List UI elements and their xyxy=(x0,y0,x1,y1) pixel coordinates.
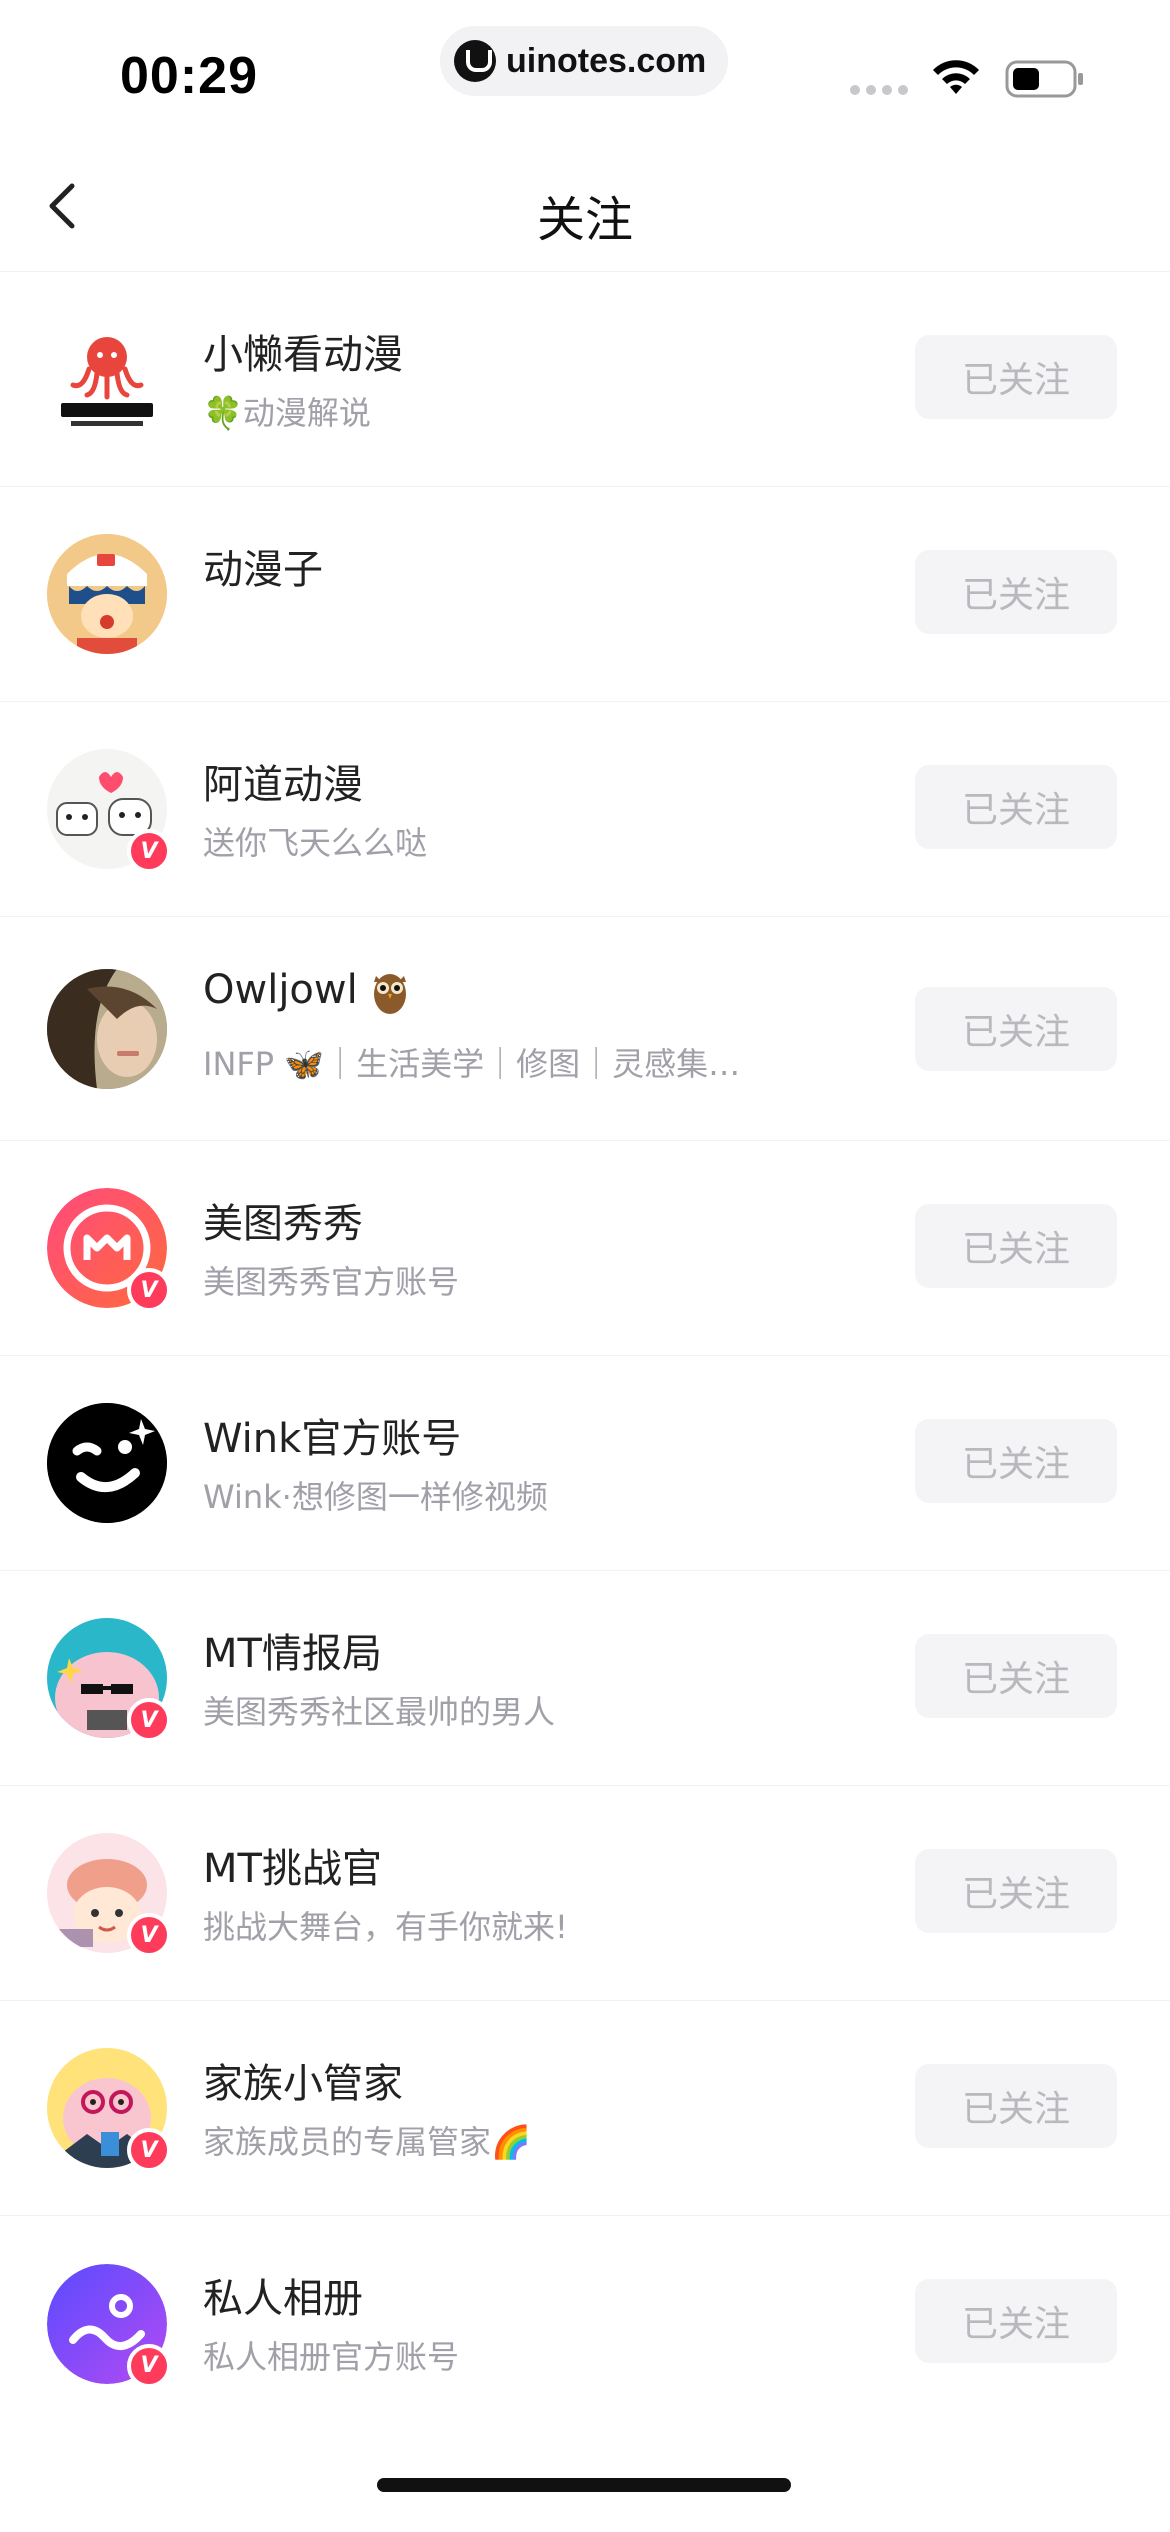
followed-button[interactable]: 已关注 xyxy=(915,987,1117,1071)
followed-button[interactable]: 已关注 xyxy=(915,550,1117,634)
avatar[interactable]: V xyxy=(47,2048,171,2172)
octopus-icon xyxy=(61,337,153,426)
followed-button[interactable]: 已关注 xyxy=(915,1849,1117,1933)
avatar[interactable] xyxy=(47,319,167,439)
followed-button[interactable]: 已关注 xyxy=(915,1419,1117,1503)
followed-button[interactable]: 已关注 xyxy=(915,2279,1117,2363)
battery-icon xyxy=(1005,60,1083,98)
account-description: 挑战大舞台，有手你就来! xyxy=(203,1908,568,1946)
page-title: 关注 xyxy=(536,192,633,248)
account-description: 美图秀秀社区最帅的男人 xyxy=(203,1693,556,1731)
list-item[interactable]: Owljowl INFP 🦋｜生活美学｜修图｜灵感集… 已关注 xyxy=(0,917,1170,1141)
account-description: 🍀动漫解说 xyxy=(203,394,371,432)
account-name: 美图秀秀 xyxy=(203,1201,363,1247)
anime-boy-icon xyxy=(47,534,167,654)
account-name-text: Owljowl xyxy=(203,967,358,1013)
account-description: Wink·想修图一样修视频 xyxy=(203,1478,548,1516)
cellular-signal-icon xyxy=(850,85,908,95)
followed-button[interactable]: 已关注 xyxy=(915,1634,1117,1718)
account-name: Wink官方账号 xyxy=(203,1416,462,1462)
avatar[interactable]: V xyxy=(47,1188,171,1312)
verified-badge-icon: V xyxy=(127,829,171,873)
followed-button[interactable]: 已关注 xyxy=(915,2064,1117,2148)
avatar[interactable] xyxy=(47,1403,167,1523)
list-item[interactable]: V MT挑战官 挑战大舞台，有手你就来! 已关注 xyxy=(0,1786,1170,2001)
home-indicator[interactable] xyxy=(377,2478,791,2492)
status-bar: 00:29 uinotes.com xyxy=(0,0,1170,140)
url-text: uinotes.com xyxy=(506,41,707,80)
account-name: MT挑战官 xyxy=(203,1846,382,1892)
list-item[interactable]: V 私人相册 私人相册官方账号 已关注 xyxy=(0,2216,1170,2431)
status-time: 00:29 xyxy=(120,47,258,105)
list-item[interactable]: V 阿道动漫 送你飞天么么哒 已关注 xyxy=(0,702,1170,917)
avatar[interactable] xyxy=(47,534,167,654)
uinotes-logo-icon xyxy=(454,40,496,82)
account-name: MT情报局 xyxy=(203,1631,382,1677)
avatar[interactable]: V xyxy=(47,2263,171,2388)
account-name: 私人相册 xyxy=(203,2276,363,2322)
list-item[interactable]: V MT情报局 美图秀秀社区最帅的男人 已关注 xyxy=(0,1571,1170,1786)
avatar[interactable]: V xyxy=(47,1833,171,1957)
followed-button[interactable]: 已关注 xyxy=(915,335,1117,419)
account-name: 动漫子 xyxy=(203,547,323,593)
avatar[interactable]: V xyxy=(47,1618,171,1742)
verified-badge-icon: V xyxy=(127,1268,171,1312)
list-item[interactable]: V 美图秀秀 美图秀秀官方账号 已关注 xyxy=(0,1141,1170,1356)
wifi-icon xyxy=(933,60,979,94)
account-description: 私人相册官方账号 xyxy=(203,2338,460,2376)
nav-bar: 关注 xyxy=(0,140,1170,272)
following-list: 小懒看动漫 🍀动漫解说 已关注 动漫子 已关注 V 阿道动漫 送你飞天么么哒 已… xyxy=(0,272,1170,2431)
list-item[interactable]: V 家族小管家 家族成员的专属管家🌈 已关注 xyxy=(0,2001,1170,2216)
verified-badge-icon: V xyxy=(127,1698,171,1742)
list-item[interactable]: 小懒看动漫 🍀动漫解说 已关注 xyxy=(0,272,1170,487)
account-name: 家族小管家 xyxy=(203,2061,403,2107)
account-name: 小懒看动漫 xyxy=(203,332,403,378)
owl-emoji-icon xyxy=(374,974,407,1014)
account-description: 送你飞天么么哒 xyxy=(203,824,428,862)
account-name: Owljowl xyxy=(203,967,410,1016)
verified-badge-icon: V xyxy=(127,1913,171,1957)
list-item[interactable]: Wink官方账号 Wink·想修图一样修视频 已关注 xyxy=(0,1356,1170,1571)
account-name: 阿道动漫 xyxy=(203,762,363,808)
avatar[interactable]: V xyxy=(47,749,171,873)
avatar[interactable] xyxy=(47,968,167,1089)
account-description: 美图秀秀官方账号 xyxy=(203,1263,460,1301)
followed-button[interactable]: 已关注 xyxy=(915,1204,1117,1288)
verified-badge-icon: V xyxy=(127,2343,171,2388)
account-description: INFP 🦋｜生活美学｜修图｜灵感集… xyxy=(203,1045,741,1083)
portrait-photo-icon xyxy=(47,968,167,1089)
account-description: 家族成员的专属管家🌈 xyxy=(203,2123,531,2161)
followed-button[interactable]: 已关注 xyxy=(915,765,1117,849)
list-item[interactable]: 动漫子 已关注 xyxy=(0,487,1170,702)
verified-badge-icon: V xyxy=(127,2128,171,2172)
wink-logo-icon xyxy=(47,1403,167,1523)
url-pill[interactable]: uinotes.com xyxy=(440,26,728,96)
